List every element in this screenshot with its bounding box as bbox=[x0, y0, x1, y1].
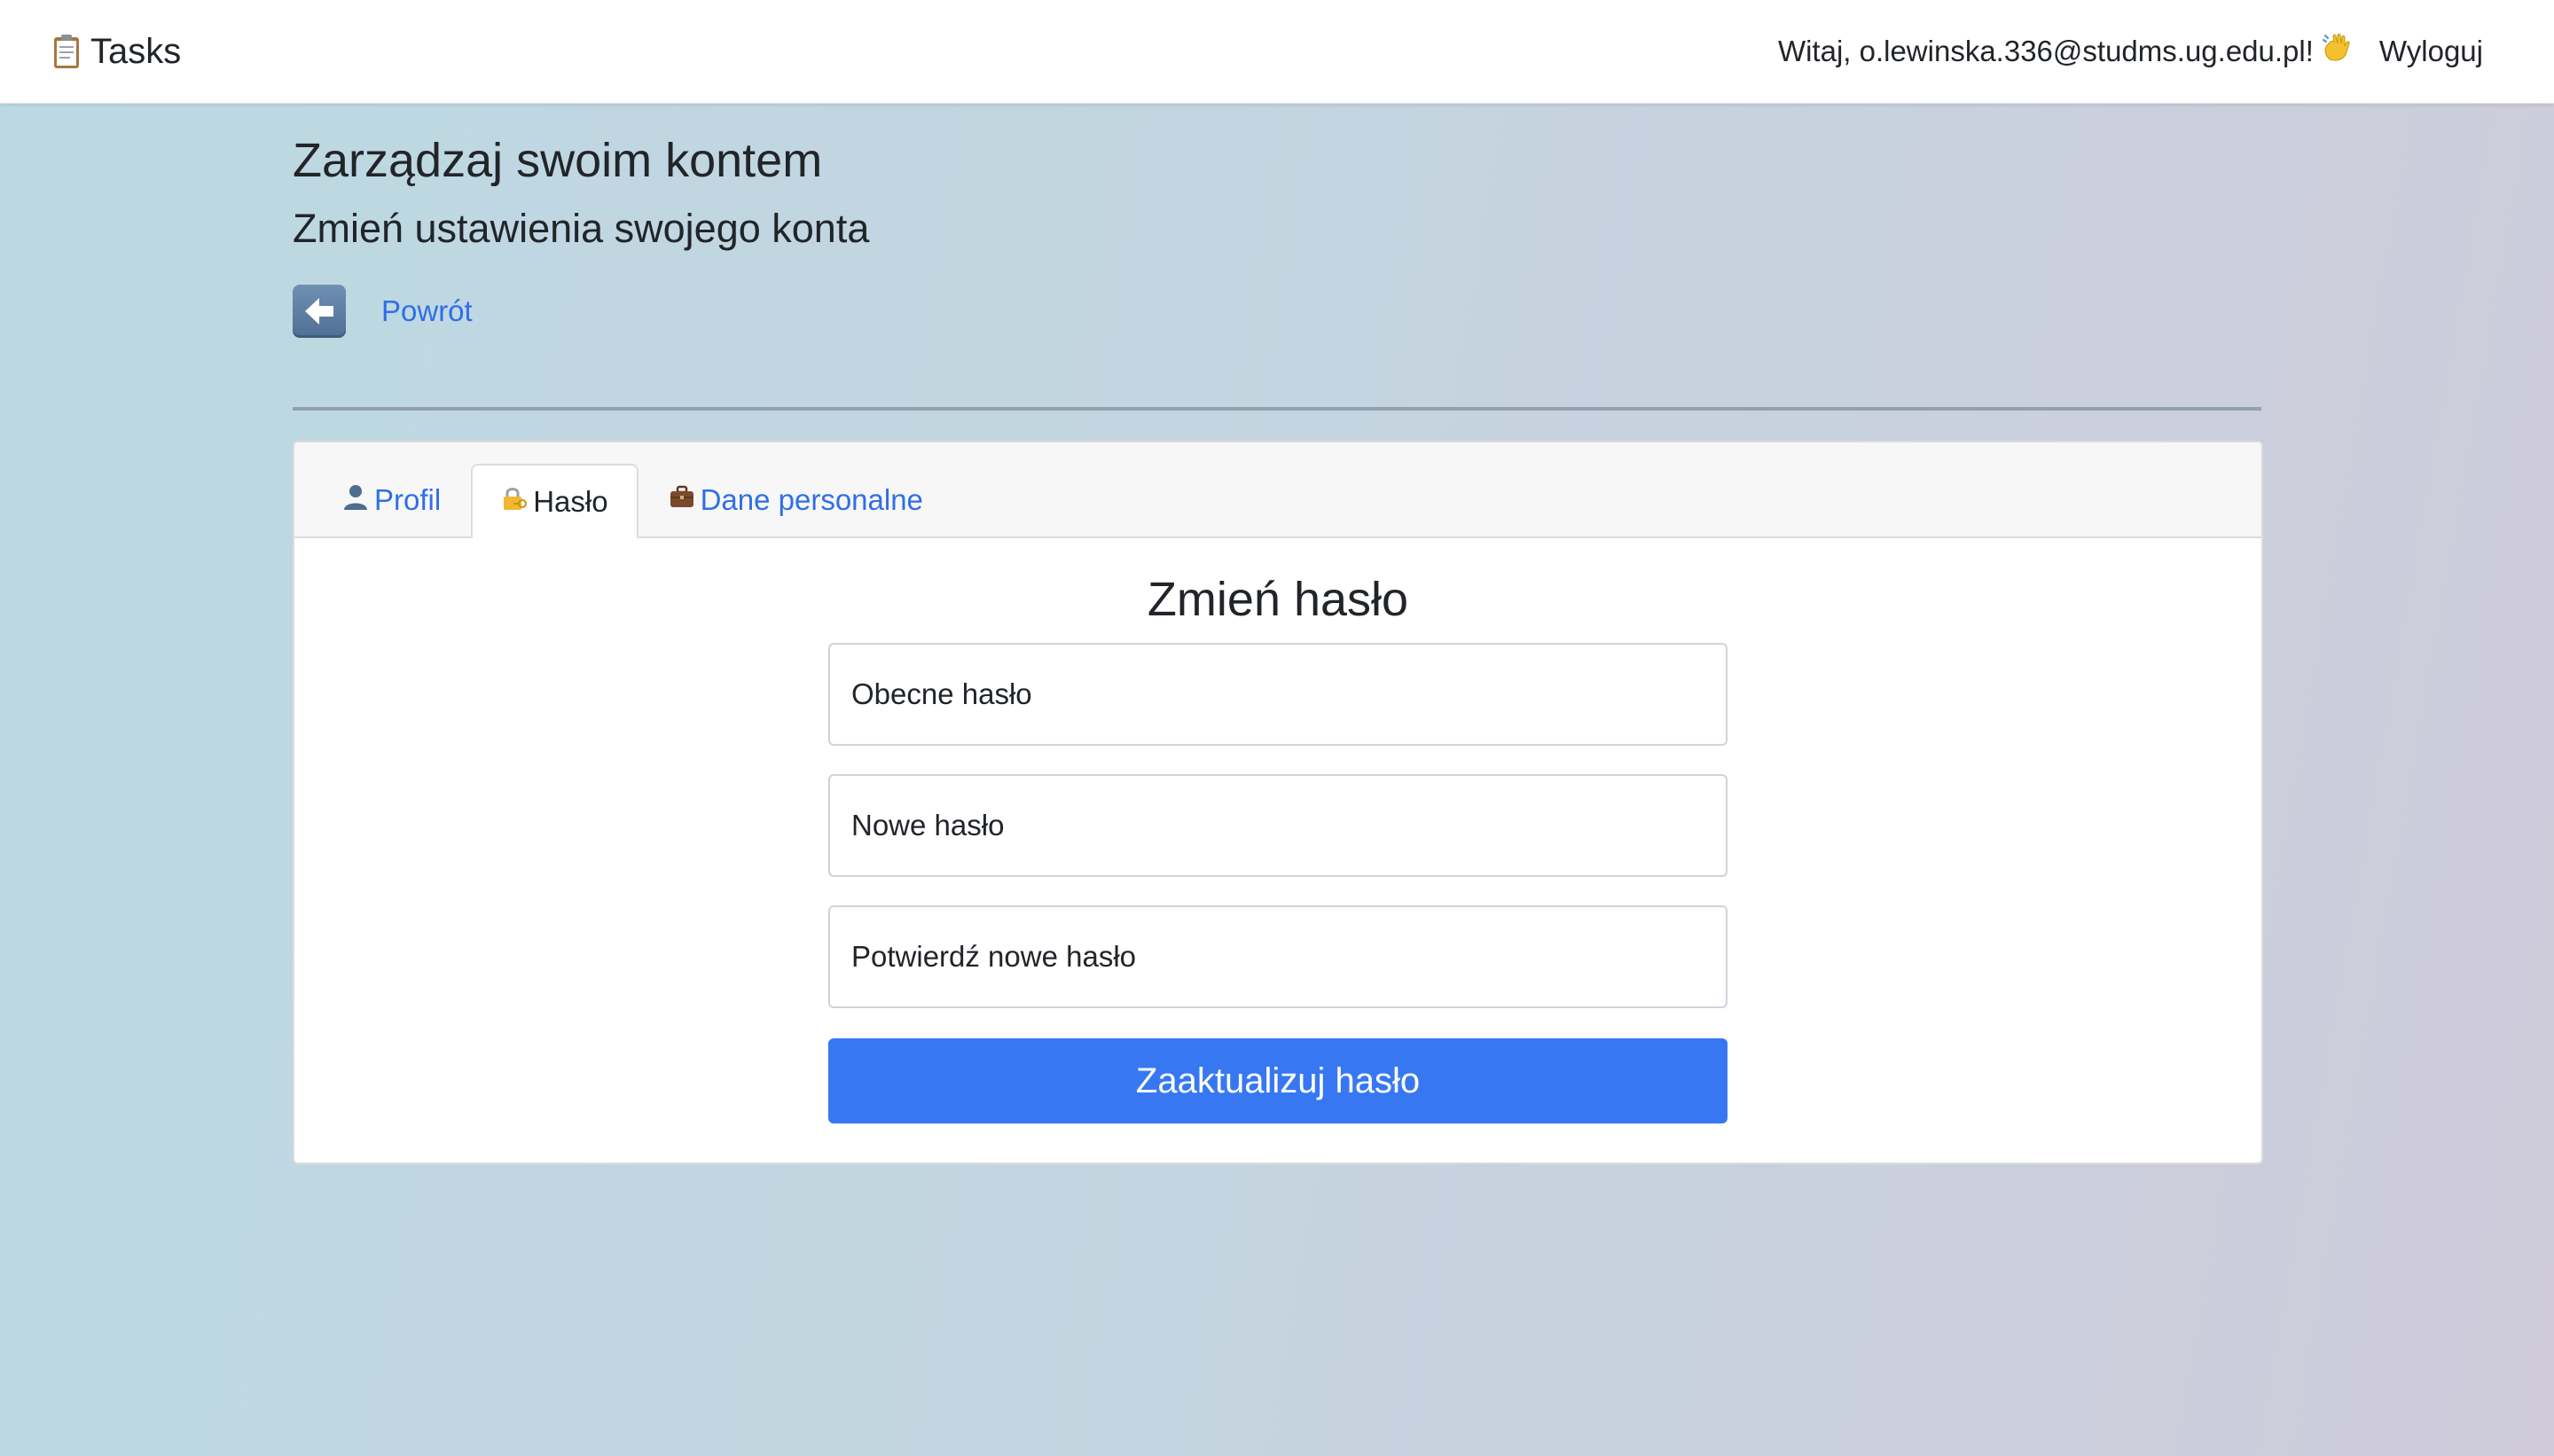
logout-link[interactable]: Wyloguj bbox=[2379, 35, 2483, 68]
tab-label: Hasło bbox=[533, 485, 608, 518]
tab-label: Dane personalne bbox=[700, 483, 923, 516]
new-password-field[interactable] bbox=[828, 774, 1727, 877]
update-password-button[interactable]: Zaaktualizuj hasło bbox=[828, 1038, 1727, 1123]
current-password-field[interactable] bbox=[828, 643, 1727, 746]
settings-tabs: Profil Hasło Dane personalne bbox=[312, 464, 953, 538]
wave-icon bbox=[2322, 33, 2351, 70]
lock-key-icon bbox=[501, 485, 528, 519]
page-subtitle: Zmień ustawienia swojego konta bbox=[293, 206, 870, 251]
back-row: Powrót bbox=[293, 284, 473, 339]
tab-profil[interactable]: Profil bbox=[312, 464, 471, 535]
user-icon bbox=[342, 483, 369, 517]
briefcase-icon bbox=[669, 483, 695, 517]
form-title: Zmień hasło bbox=[1147, 573, 1409, 626]
card-body: Zmień hasło Zaaktualizuj hasło bbox=[294, 536, 2261, 1162]
top-navbar: Tasks Witaj, o.lewinska.336@studms.ug.ed… bbox=[0, 0, 2554, 104]
tab-dane-personalne[interactable]: Dane personalne bbox=[638, 464, 953, 535]
tab-haslo[interactable]: Hasło bbox=[471, 464, 638, 538]
card-header: Profil Hasło Dane personalne bbox=[294, 442, 2261, 538]
account-settings-card: Profil Hasło Dane personalne Zmień hasło… bbox=[293, 441, 2263, 1164]
brand-label: Tasks bbox=[90, 31, 182, 71]
greeting-text: Witaj, o.lewinska.336@studms.ug.edu.pl! bbox=[1777, 35, 2314, 67]
tab-label: Profil bbox=[374, 483, 442, 516]
page-title: Zarządzaj swoim kontem bbox=[293, 134, 823, 187]
user-nav: Witaj, o.lewinska.336@studms.ug.edu.pl! … bbox=[1778, 27, 2483, 76]
brand-link[interactable]: Tasks bbox=[53, 27, 181, 76]
section-divider bbox=[293, 407, 2261, 411]
confirm-password-field[interactable] bbox=[828, 905, 1727, 1008]
back-link[interactable]: Powrót bbox=[381, 294, 473, 328]
clipboard-icon bbox=[53, 34, 80, 69]
left-arrow-icon[interactable] bbox=[293, 285, 346, 338]
